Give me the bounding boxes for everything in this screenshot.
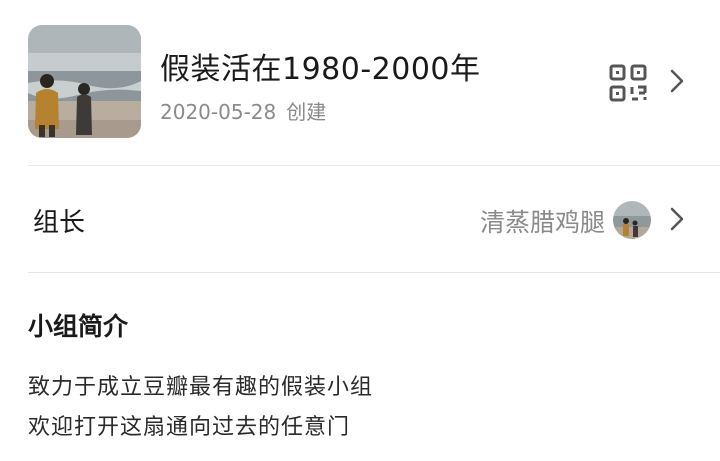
group-title: 假装活在1980-2000年 <box>160 52 481 87</box>
avatar <box>613 201 651 239</box>
chevron-right-icon[interactable] <box>670 69 684 93</box>
owner-label: 组长 <box>33 208 86 238</box>
qr-code-icon[interactable] <box>608 63 648 103</box>
chevron-right-icon <box>670 207 684 231</box>
intro-line: 致力于成立豆瓣最有趣的假装小组 <box>28 375 374 400</box>
divider <box>28 272 720 273</box>
created-date: 2020-05-28 <box>160 100 277 124</box>
intro-heading: 小组简介 <box>28 312 129 341</box>
group-created-meta: 2020-05-28 创建 <box>160 96 326 125</box>
group-cover-image[interactable] <box>28 25 141 138</box>
group-header: 假装活在1980-2000年 2020-05-28 创建 <box>0 0 720 166</box>
owner-name: 清蒸腊鸡腿 <box>479 208 605 237</box>
intro-line: 欢迎打开这扇通向过去的任意门 <box>28 415 351 440</box>
created-label: 创建 <box>286 100 327 124</box>
group-owner-row[interactable]: 组长 清蒸腊鸡腿 <box>0 166 720 272</box>
